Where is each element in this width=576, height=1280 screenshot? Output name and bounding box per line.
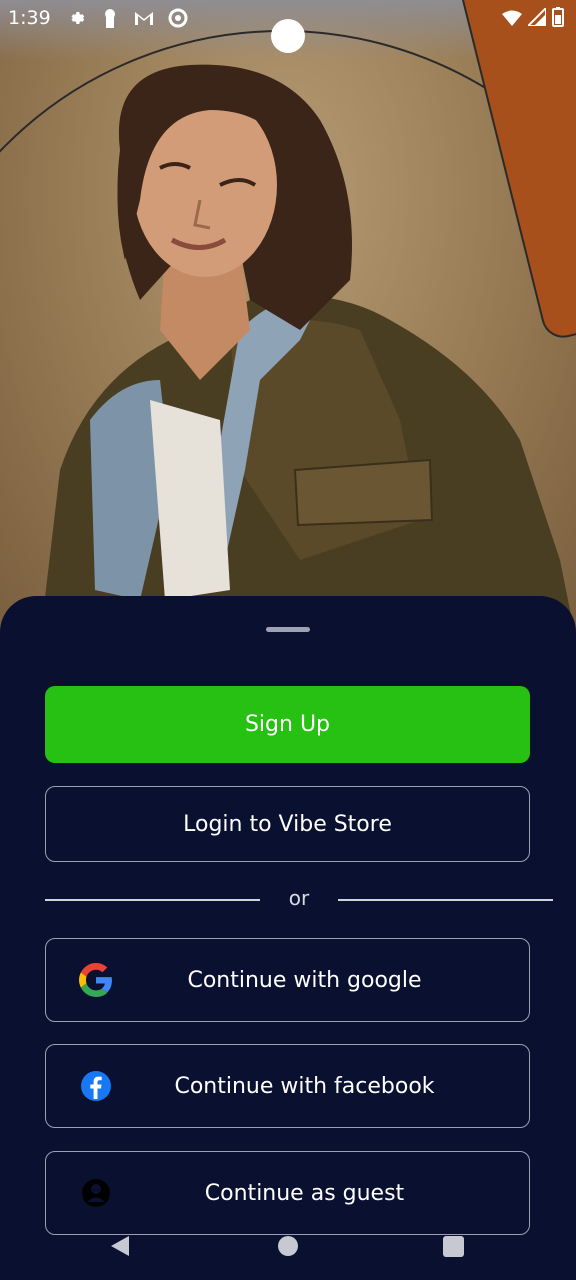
google-icon — [79, 963, 113, 997]
home-icon[interactable] — [278, 1236, 298, 1256]
status-bar: 1:39 — [0, 0, 576, 36]
continue-as-guest-button[interactable]: Continue as guest — [45, 1151, 530, 1235]
person-icon — [79, 1176, 113, 1210]
hero-image — [0, 0, 576, 640]
battery-icon — [552, 7, 564, 32]
sign-up-button[interactable]: Sign Up — [45, 686, 530, 763]
auth-bottom-sheet: Sign Up Login to Vibe Store or Continue … — [0, 596, 576, 1280]
facebook-label: Continue with facebook — [174, 1073, 435, 1099]
status-time: 1:39 — [8, 7, 51, 29]
facebook-icon — [79, 1069, 113, 1103]
google-label: Continue with google — [187, 967, 422, 993]
model-photo — [40, 64, 576, 640]
signal-icon — [525, 5, 547, 31]
divider-right — [338, 899, 553, 901]
status-icons — [66, 8, 188, 28]
login-label: Login to Vibe Store — [183, 811, 392, 837]
sign-up-label: Sign Up — [244, 712, 331, 737]
continue-with-google-button[interactable]: Continue with google — [45, 938, 530, 1022]
guest-label: Continue as guest — [204, 1180, 405, 1206]
or-separator: or — [288, 886, 310, 910]
keyhole-icon — [100, 8, 120, 28]
settings-icon — [66, 8, 86, 28]
gmail-icon — [134, 8, 154, 28]
sheet-drag-handle[interactable] — [266, 627, 310, 632]
wifi-icon — [502, 9, 522, 31]
login-button[interactable]: Login to Vibe Store — [45, 786, 530, 862]
divider-left — [45, 899, 260, 901]
system-nav-bar — [0, 1226, 576, 1266]
continue-with-facebook-button[interactable]: Continue with facebook — [45, 1044, 530, 1128]
sync-icon — [168, 8, 188, 28]
status-right-icons — [502, 5, 564, 32]
back-icon[interactable] — [109, 1234, 131, 1262]
recents-icon[interactable] — [443, 1236, 464, 1257]
